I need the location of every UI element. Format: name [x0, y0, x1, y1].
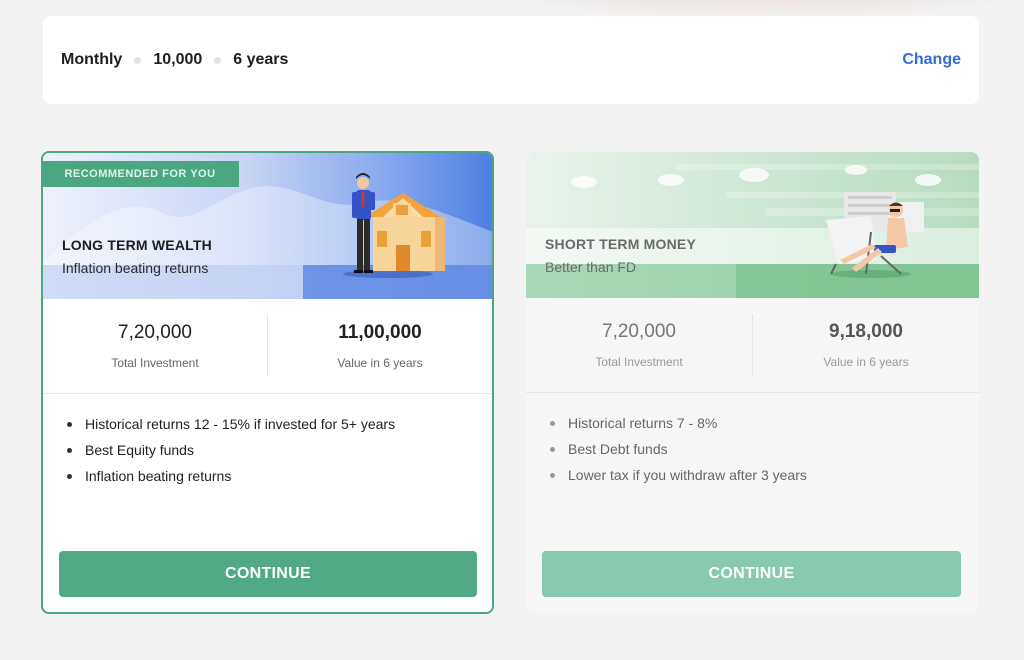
future-value-stat: 9,18,000 Value in 6 years: [753, 321, 979, 369]
continue-button[interactable]: CONTINUE: [542, 551, 961, 597]
future-value-label: Value in 6 years: [337, 356, 423, 370]
plan-subtitle: Better than FD: [545, 259, 637, 275]
total-investment-value: 7,20,000: [118, 322, 192, 343]
plan-stats: 7,20,000 Total Investment 11,00,000 Valu…: [43, 299, 492, 394]
future-value: 9,18,000: [829, 321, 903, 342]
amount-value: 10,000: [153, 51, 203, 68]
recommended-ribbon: RECOMMENDED FOR YOU: [43, 161, 239, 187]
plan-features-list: Historical returns 7 - 8% Best Debt fund…: [526, 393, 979, 483]
list-item: Lower tax if you withdraw after 3 years: [550, 467, 979, 483]
list-item: Historical returns 7 - 8%: [550, 415, 979, 431]
list-item: Inflation beating returns: [67, 468, 492, 484]
plan-stats: 7,20,000 Total Investment 9,18,000 Value…: [526, 298, 979, 393]
plan-banner: SHORT TERM MONEY Better than FD: [526, 152, 979, 298]
plan-subtitle: Inflation beating returns: [62, 260, 209, 276]
continue-button[interactable]: CONTINUE: [59, 551, 477, 597]
plan-title: LONG TERM WEALTH: [62, 237, 212, 253]
future-value: 11,00,000: [338, 322, 422, 343]
total-investment-stat: 7,20,000 Total Investment: [43, 322, 267, 370]
total-investment-value: 7,20,000: [602, 321, 676, 342]
future-value-label: Value in 6 years: [823, 355, 909, 369]
plan-card-long-term[interactable]: RECOMMENDED FOR YOU LONG TERM WEALTH Inf…: [41, 151, 494, 614]
plan-title: SHORT TERM MONEY: [545, 236, 696, 252]
list-item: Best Debt funds: [550, 441, 979, 457]
list-item: Best Equity funds: [67, 442, 492, 458]
duration-value: 6 years: [233, 51, 289, 68]
separator-dot: [214, 56, 222, 64]
separator-dot: [134, 56, 142, 64]
investment-summary-bar: Monthly 10,000 6 years Change: [43, 16, 979, 104]
change-link[interactable]: Change: [902, 51, 961, 69]
plan-banner: RECOMMENDED FOR YOU LONG TERM WEALTH Inf…: [43, 153, 492, 299]
total-investment-label: Total Investment: [111, 356, 199, 370]
total-investment-stat: 7,20,000 Total Investment: [526, 321, 752, 369]
list-item: Historical returns 12 - 15% if invested …: [67, 416, 492, 432]
man-on-beach-chair-icon: [826, 192, 924, 278]
frequency-value: Monthly: [61, 51, 123, 68]
total-investment-label: Total Investment: [595, 355, 683, 369]
plan-card-short-term[interactable]: SHORT TERM MONEY Better than FD 7,20,000…: [526, 152, 979, 613]
future-value-stat: 11,00,000 Value in 6 years: [268, 322, 492, 370]
plan-features-list: Historical returns 12 - 15% if invested …: [43, 394, 492, 484]
